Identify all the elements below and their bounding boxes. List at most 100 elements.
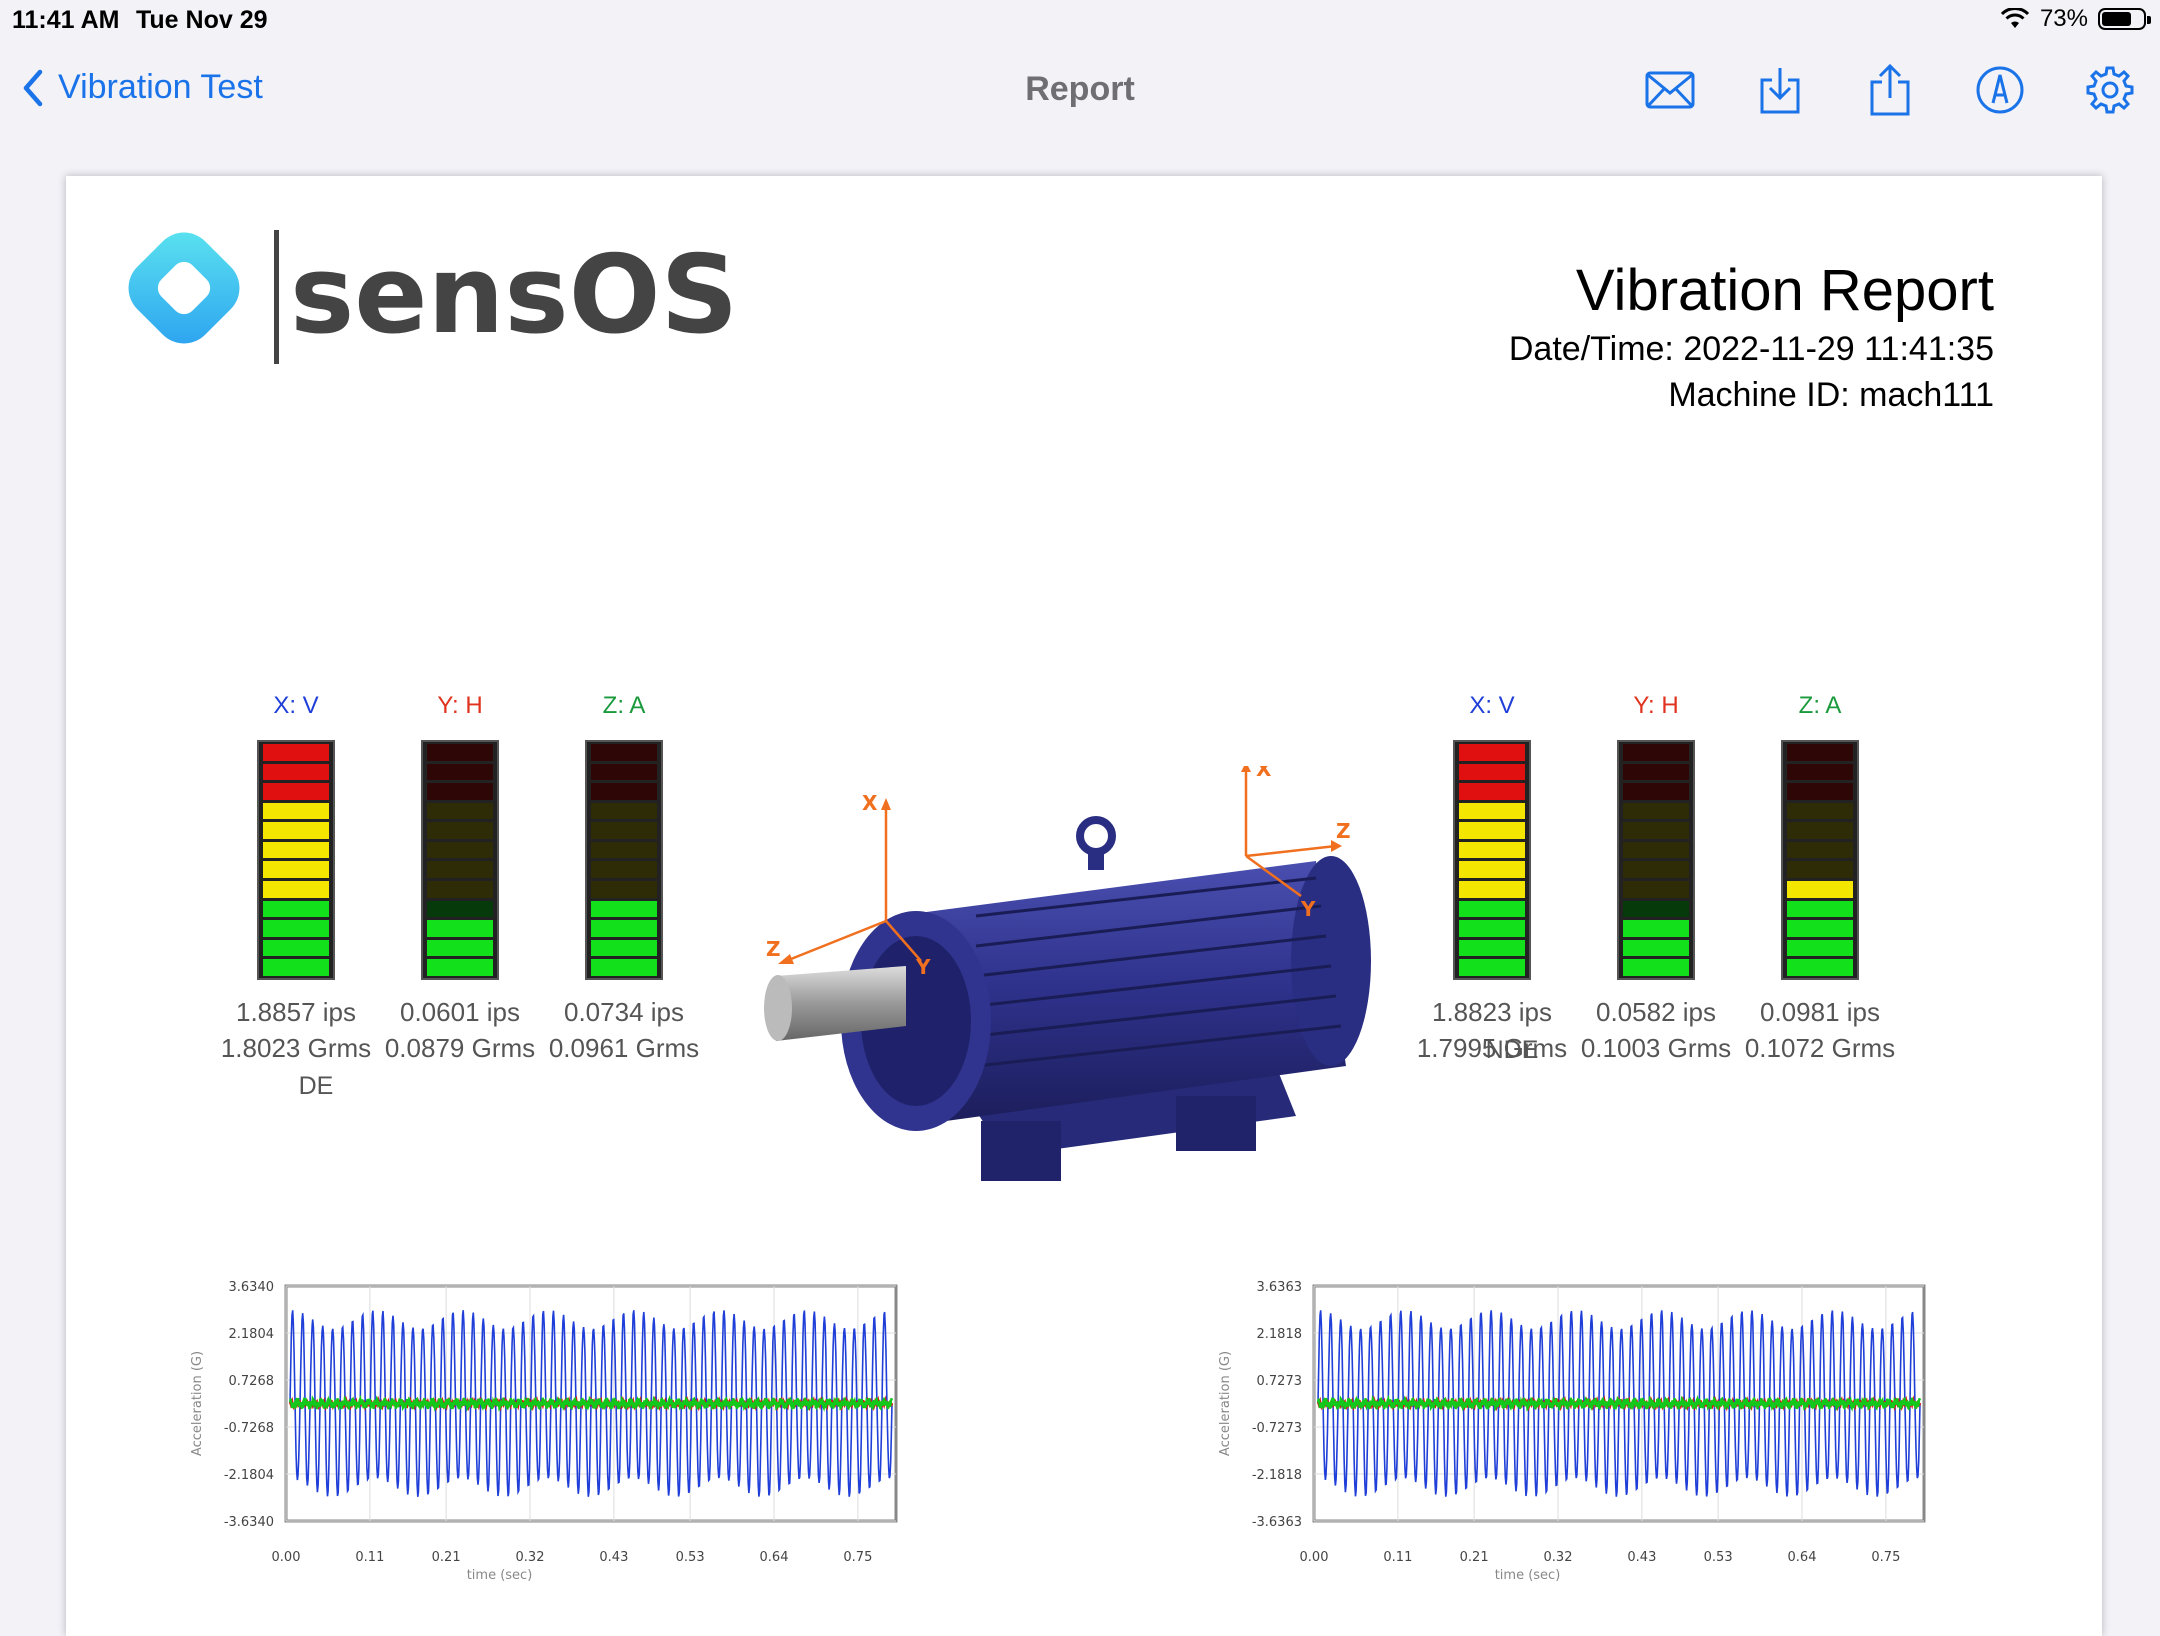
meter-segment [1459, 861, 1525, 879]
motor-axis-x-label: X [1256, 766, 1272, 781]
meter-segment [1459, 900, 1525, 918]
meter-segment [591, 920, 657, 937]
meter-segment [1787, 920, 1853, 937]
report-datetime: Date/Time: 2022-11-29 11:41:35 [1508, 330, 1994, 368]
meter-segment [591, 939, 657, 957]
meter-segment [591, 783, 657, 800]
meter-segment [1787, 763, 1853, 781]
meter-segment [1787, 841, 1853, 859]
meter-segment [263, 802, 329, 820]
y-tick-label: -0.7273 [1252, 1421, 1302, 1436]
meter-segment [1623, 939, 1689, 957]
meter-segment [1459, 920, 1525, 937]
x-axis-label: time (sec) [467, 1568, 533, 1583]
meter-segment [591, 822, 657, 839]
y-tick-label: -3.6340 [224, 1515, 274, 1530]
level-meter [421, 740, 499, 980]
x-tick-label: 0.64 [760, 1550, 789, 1565]
meter-segment [1623, 881, 1689, 898]
toolbar [1642, 62, 2138, 118]
axis-label: Y: H [437, 692, 483, 719]
meter-segment [263, 822, 329, 839]
share-icon[interactable] [1862, 62, 1918, 118]
meter-segment [591, 881, 657, 898]
velocity-value: 1.8857 ips [236, 997, 356, 1027]
meter-segment [263, 939, 329, 957]
y-axis-label: Acceleration (G) [1218, 1351, 1233, 1456]
meter-segment [427, 841, 493, 859]
level-meter [1617, 740, 1695, 980]
meter-segment [427, 744, 493, 761]
velocity-value: 0.0981 ips [1760, 997, 1880, 1027]
meter-segment [591, 744, 657, 761]
wifi-icon [2000, 8, 2030, 28]
meter-segment [263, 959, 329, 976]
mail-icon[interactable] [1642, 62, 1698, 118]
y-tick-label: 2.1804 [229, 1327, 275, 1342]
y-tick-label: -0.7268 [224, 1421, 274, 1436]
meter-segment [1787, 900, 1853, 918]
meter-segment [263, 881, 329, 898]
waveform-chart-nde: 3.6363 2.1818 0.7273 -0.7273 -2.1818 -3.6363 0… [1218, 1280, 1926, 1583]
x-tick-label: 0.75 [1871, 1550, 1900, 1565]
meter-segment [427, 900, 493, 918]
meter-y: Y: H 0.0582 ips 0.1003 Grms [1576, 686, 1736, 1066]
meter-segment [427, 959, 493, 976]
position-label-de: DE [298, 1072, 334, 1100]
meter-group-de: X: V 1.8857 ips 1.8023 Grms Y: H 0.0601 … [216, 686, 736, 1286]
settings-icon[interactable] [2082, 62, 2138, 118]
markup-icon[interactable] [1972, 62, 2028, 118]
status-time: 11:41 AM [12, 6, 120, 34]
meter-segment [1787, 822, 1853, 839]
meter-segment [427, 783, 493, 800]
x-tick-label: 0.11 [1383, 1550, 1412, 1565]
level-meter [1453, 740, 1531, 980]
meter-segment [427, 939, 493, 957]
meter-segment [427, 861, 493, 879]
download-icon[interactable] [1752, 62, 1808, 118]
meter-segment [1459, 939, 1525, 957]
meter-segment [591, 763, 657, 781]
meter-x: X: V 1.8857 ips 1.8023 Grms [216, 686, 376, 1066]
meter-segment [1623, 841, 1689, 859]
meter-segment [263, 744, 329, 761]
logo-wordmark: sensOS [290, 233, 738, 358]
report-header: Vibration Report Date/Time: 2022-11-29 1… [1509, 256, 1994, 418]
meter-segment [591, 861, 657, 879]
x-tick-label: 0.43 [1627, 1550, 1656, 1565]
motor-axis-x-label: X [862, 791, 878, 815]
y-tick-label: -2.1818 [1252, 1468, 1302, 1483]
x-tick-label: 0.75 [843, 1550, 872, 1565]
meter-segment [263, 763, 329, 781]
meter-segment [1623, 959, 1689, 976]
x-tick-label: 0.00 [272, 1550, 301, 1565]
report-page: sensOS Vibration Report Date/Time: 2022-… [66, 176, 2102, 1636]
meter-segment [427, 881, 493, 898]
y-tick-label: 3.6363 [1257, 1280, 1303, 1295]
velocity-value: 1.8823 ips [1432, 997, 1552, 1027]
velocity-value: 0.0582 ips [1596, 997, 1716, 1027]
x-tick-label: 0.64 [1788, 1550, 1817, 1565]
meter-segment [1459, 841, 1525, 859]
report-machine-id: Machine ID: mach111 [1668, 376, 1994, 414]
level-meter [1781, 740, 1859, 980]
x-tick-label: 0.53 [1704, 1550, 1733, 1565]
y-tick-label: -2.1804 [224, 1468, 274, 1483]
meter-segment [1787, 939, 1853, 957]
meter-segment [1787, 881, 1853, 898]
battery-icon [2098, 8, 2151, 30]
y-tick-label: 3.6340 [229, 1280, 275, 1295]
velocity-value: 0.0601 ips [400, 997, 520, 1027]
meter-segment [427, 763, 493, 781]
status-right: 73% [2000, 5, 2151, 33]
x-tick-label: 0.00 [1300, 1550, 1329, 1565]
meter-segment [1459, 802, 1525, 820]
axis-label: Y: H [1633, 692, 1679, 719]
meter-segment [427, 920, 493, 937]
position-label-nde: NDE [1485, 1036, 1539, 1064]
meter-segment [1623, 802, 1689, 820]
waveform-chart-de: 3.6340 2.1804 0.7268 -0.7268 -2.1804 -3.6340 0… [190, 1280, 898, 1583]
axis-label: X: V [273, 692, 319, 719]
meter-segment [1623, 920, 1689, 937]
meter-x: X: V 1.8823 ips 1.7995 Grms [1412, 686, 1572, 1066]
